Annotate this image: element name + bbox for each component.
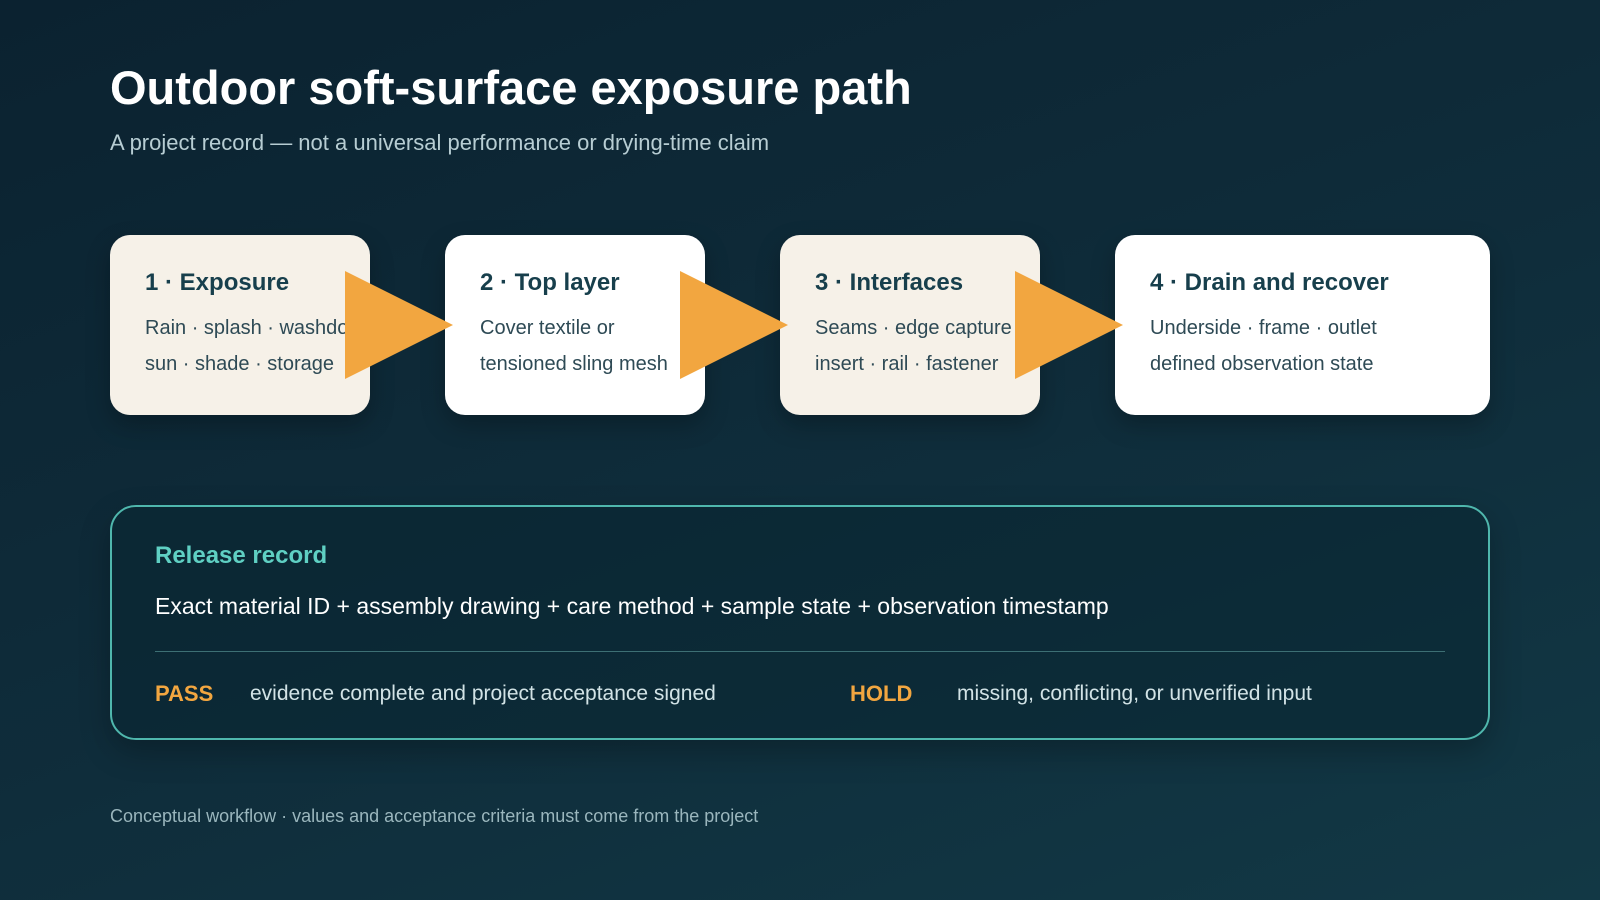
step-title: 2 · Top layer xyxy=(480,269,620,296)
page-title: Outdoor soft-surface exposure path xyxy=(110,61,912,114)
step-card-exposure: 1 · Exposure Rain · splash · washdown su… xyxy=(110,235,370,415)
step-title: 3 · Interfaces xyxy=(815,269,964,296)
step-line: defined observation state xyxy=(1150,353,1374,375)
step-line: tensioned sling mesh xyxy=(480,353,668,375)
page-subtitle: A project record — not a universal perfo… xyxy=(110,130,770,155)
flow-arrow-icon xyxy=(345,271,453,379)
release-record-panel: Release record Exact material ID + assem… xyxy=(110,505,1490,740)
pass-status-label: PASS xyxy=(155,681,214,706)
release-record-text: Exact material ID + assembly drawing + c… xyxy=(155,593,1109,619)
step-card-drain-recover: 4 · Drain and recover Underside · frame … xyxy=(1115,235,1490,415)
step-line: Seams · edge capture xyxy=(815,317,1012,339)
pass-status-text: evidence complete and project acceptance… xyxy=(250,682,716,705)
step-line: insert · rail · fastener xyxy=(815,353,999,375)
flow-arrow-icon xyxy=(680,271,788,379)
step-card-interfaces: 3 · Interfaces Seams · edge capture inse… xyxy=(780,235,1040,415)
flow-arrow-icon xyxy=(1015,271,1123,379)
step-line: sun · shade · storage xyxy=(145,353,334,375)
divider xyxy=(155,651,1445,652)
footer-note: Conceptual workflow · values and accepta… xyxy=(110,806,759,826)
step-title: 4 · Drain and recover xyxy=(1150,269,1389,296)
step-line: Underside · frame · outlet xyxy=(1150,317,1377,339)
release-record-label: Release record xyxy=(155,542,328,569)
step-card-top-layer: 2 · Top layer Cover textile or tensioned… xyxy=(445,235,705,415)
step-line: Cover textile or xyxy=(480,317,615,339)
hold-status-label: HOLD xyxy=(850,681,913,706)
step-title: 1 · Exposure xyxy=(145,269,290,296)
hold-status-text: missing, conflicting, or unverified inpu… xyxy=(957,682,1312,705)
step-line: Rain · splash · washdown xyxy=(145,317,370,339)
